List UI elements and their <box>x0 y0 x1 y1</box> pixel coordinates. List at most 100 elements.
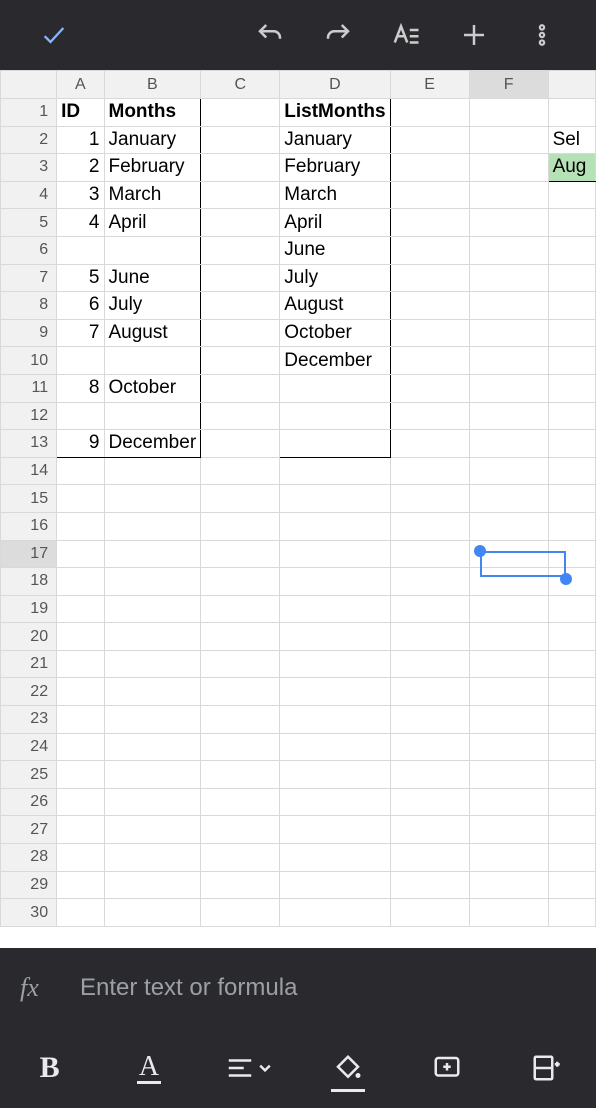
row-header[interactable]: 28 <box>1 844 57 872</box>
cell[interactable] <box>57 650 104 678</box>
cell[interactable] <box>469 623 548 651</box>
cell[interactable] <box>548 181 595 209</box>
cell[interactable]: July <box>104 292 201 320</box>
cell[interactable] <box>469 844 548 872</box>
cell[interactable] <box>57 788 104 816</box>
cell[interactable] <box>201 347 280 375</box>
cell[interactable] <box>201 650 280 678</box>
cell[interactable] <box>469 512 548 540</box>
cell[interactable] <box>548 347 595 375</box>
cell[interactable]: 1 <box>57 126 104 154</box>
col-header-e[interactable]: E <box>390 71 469 99</box>
align-button[interactable] <box>213 1038 283 1098</box>
cell[interactable] <box>469 816 548 844</box>
cell[interactable] <box>280 706 390 734</box>
row-header[interactable]: 15 <box>1 485 57 513</box>
cell[interactable] <box>201 899 280 927</box>
cell[interactable] <box>57 595 104 623</box>
cell[interactable] <box>201 126 280 154</box>
cell[interactable]: Aug <box>548 154 595 182</box>
cell[interactable] <box>390 899 469 927</box>
cell[interactable] <box>469 209 548 237</box>
bold-button[interactable]: B <box>15 1038 85 1098</box>
cell[interactable] <box>201 788 280 816</box>
cell[interactable]: February <box>280 154 390 182</box>
cell[interactable] <box>548 292 595 320</box>
cell[interactable] <box>390 485 469 513</box>
cell[interactable] <box>57 678 104 706</box>
cell[interactable] <box>201 540 280 568</box>
cell[interactable] <box>390 457 469 485</box>
cell[interactable] <box>548 706 595 734</box>
cell[interactable] <box>548 99 595 127</box>
cell[interactable] <box>469 402 548 430</box>
cell[interactable] <box>390 347 469 375</box>
col-header-g[interactable] <box>548 71 595 99</box>
col-header-a[interactable]: A <box>57 71 104 99</box>
undo-button[interactable] <box>236 5 304 65</box>
cell[interactable] <box>201 844 280 872</box>
cell[interactable] <box>390 209 469 237</box>
cell[interactable]: June <box>104 264 201 292</box>
cell[interactable] <box>390 761 469 789</box>
cell[interactable] <box>201 568 280 596</box>
cell[interactable]: October <box>280 319 390 347</box>
cell[interactable] <box>201 623 280 651</box>
cell[interactable] <box>469 761 548 789</box>
cell[interactable] <box>390 678 469 706</box>
more-options-button[interactable] <box>508 5 576 65</box>
cell[interactable] <box>280 402 390 430</box>
cell[interactable] <box>57 236 104 264</box>
cell[interactable] <box>469 292 548 320</box>
cell[interactable] <box>280 540 390 568</box>
cell[interactable]: Sel <box>548 126 595 154</box>
cell[interactable] <box>104 402 201 430</box>
col-header-f[interactable]: F <box>469 71 548 99</box>
cell[interactable]: Months <box>104 99 201 127</box>
formula-bar[interactable]: fx Enter text or formula <box>0 948 596 1028</box>
cell[interactable] <box>104 871 201 899</box>
cell[interactable] <box>201 761 280 789</box>
col-header-b[interactable]: B <box>104 71 201 99</box>
row-header[interactable]: 9 <box>1 319 57 347</box>
insert-comment-button[interactable] <box>412 1038 482 1098</box>
cell[interactable] <box>57 347 104 375</box>
cell[interactable] <box>469 733 548 761</box>
cell[interactable]: July <box>280 264 390 292</box>
cell[interactable] <box>104 844 201 872</box>
cell[interactable] <box>201 871 280 899</box>
cell[interactable]: March <box>280 181 390 209</box>
row-header[interactable]: 2 <box>1 126 57 154</box>
row-header[interactable]: 20 <box>1 623 57 651</box>
cell[interactable] <box>201 678 280 706</box>
cell[interactable] <box>280 374 390 402</box>
cell[interactable] <box>201 292 280 320</box>
cell[interactable] <box>548 871 595 899</box>
cell[interactable] <box>390 292 469 320</box>
cell[interactable] <box>469 650 548 678</box>
cell[interactable] <box>548 788 595 816</box>
cell[interactable] <box>201 816 280 844</box>
cell[interactable] <box>469 236 548 264</box>
row-header[interactable]: 23 <box>1 706 57 734</box>
cell[interactable] <box>104 540 201 568</box>
cell[interactable] <box>280 761 390 789</box>
cell[interactable] <box>469 678 548 706</box>
cell[interactable] <box>280 430 390 458</box>
cell[interactable] <box>57 733 104 761</box>
cell[interactable] <box>104 568 201 596</box>
cell[interactable] <box>390 595 469 623</box>
cell[interactable] <box>390 512 469 540</box>
cell[interactable] <box>280 485 390 513</box>
cell[interactable]: December <box>280 347 390 375</box>
cell[interactable] <box>57 512 104 540</box>
cell[interactable] <box>104 733 201 761</box>
cell[interactable] <box>104 512 201 540</box>
cell[interactable] <box>280 595 390 623</box>
cell[interactable]: ListMonths <box>280 99 390 127</box>
cell[interactable] <box>548 512 595 540</box>
cell[interactable] <box>390 650 469 678</box>
cell[interactable] <box>548 623 595 651</box>
row-header[interactable]: 13 <box>1 430 57 458</box>
cell[interactable]: 6 <box>57 292 104 320</box>
